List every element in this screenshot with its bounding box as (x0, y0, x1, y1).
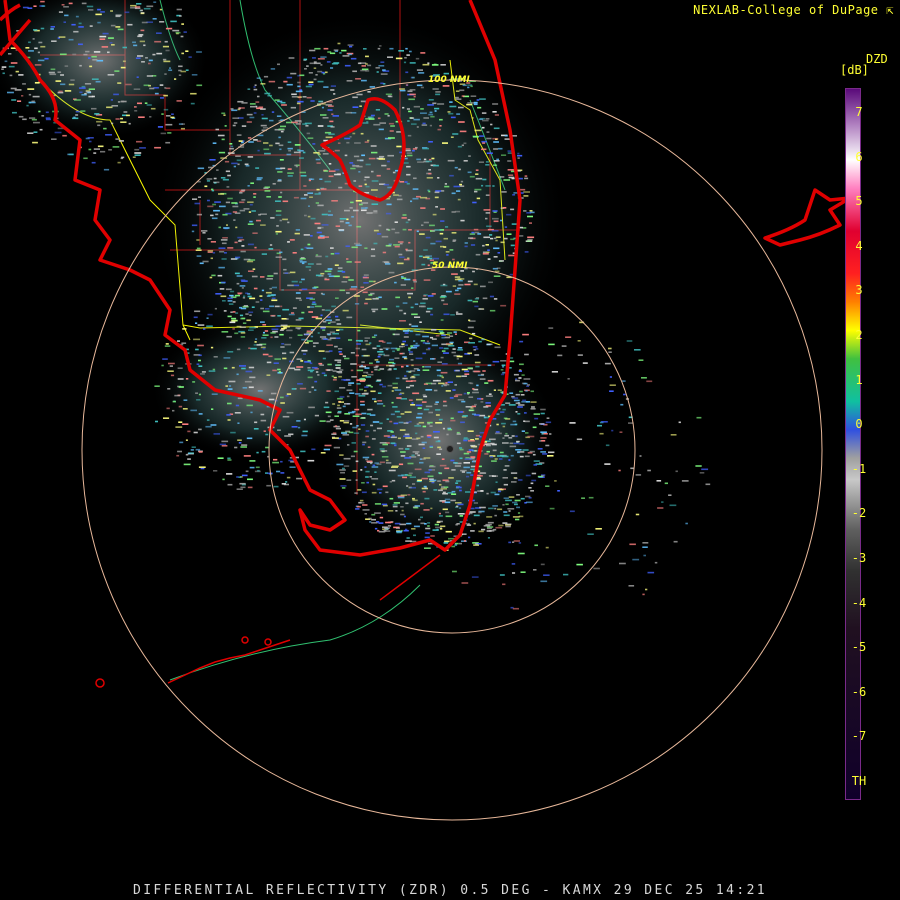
color-scale-tick: TH (851, 774, 867, 788)
color-scale-tick: -7 (851, 729, 867, 744)
legend-unit: [dB] (840, 63, 869, 77)
color-scale-tick: -2 (851, 506, 867, 521)
color-scale-tick: 7 (855, 105, 863, 119)
color-scale-tick: -6 (851, 684, 867, 699)
radar-site-marker (446, 445, 454, 453)
color-scale-tick: -5 (851, 640, 867, 655)
color-scale-tick: 0 (855, 417, 863, 432)
credit-label: NEXLAB-College of DuPage ⇱ (693, 3, 894, 17)
color-scale-tick: 3 (855, 283, 863, 298)
color-scale-tick: 2 (855, 328, 863, 342)
range-ring-label-100: 100 NMI (428, 75, 470, 85)
color-scale-tick: 1 (855, 372, 863, 387)
range-ring-label-50: 50 NMI (432, 261, 468, 271)
color-scale-tick: 6 (855, 149, 863, 164)
radar-map: 50 NMI 100 NMI (0, 0, 900, 900)
color-scale-tick: -4 (851, 595, 867, 610)
color-scale-tick: 4 (855, 238, 863, 253)
color-scale-tick: 5 (855, 194, 863, 209)
credit-text: NEXLAB-College of DuPage (693, 3, 879, 17)
product-caption: DIFFERENTIAL REFLECTIVITY (ZDR) 0.5 DEG … (132, 883, 768, 898)
color-scale-tick: -1 (851, 461, 867, 476)
expand-icon[interactable]: ⇱ (886, 3, 894, 17)
color-scale-tick: -3 (851, 551, 867, 565)
legend-product: DZD (866, 52, 888, 66)
